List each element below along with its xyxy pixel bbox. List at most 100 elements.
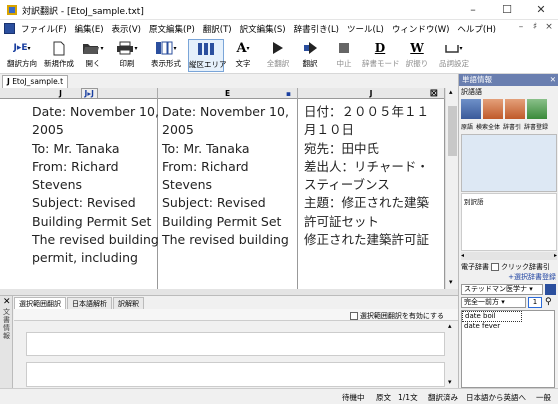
click-lookup-checkbox[interactable]: [491, 263, 499, 271]
menu-dictionary[interactable]: 辞書引き(L): [291, 23, 344, 35]
print-button[interactable]: ▾ 印刷: [112, 39, 142, 72]
tab-alt-interpretation[interactable]: 訳解釈: [113, 297, 144, 309]
japanese-line: 主題：修正された建築: [304, 195, 430, 211]
english-line: 2005: [162, 122, 194, 138]
scroll-down-icon[interactable]: ▾: [448, 378, 452, 386]
japanese-line: 宛先：田中氏: [304, 140, 380, 156]
close-icon[interactable]: ✕: [550, 74, 556, 86]
tab-selection-translation[interactable]: 選択範囲翻訳: [14, 297, 66, 309]
result-item[interactable]: date fever: [462, 322, 554, 331]
dictionary-mode-icon: D: [374, 41, 386, 55]
translate-button[interactable]: 翻訳: [296, 39, 324, 72]
scroll-up-icon[interactable]: ▴: [449, 88, 453, 96]
source-badge[interactable]: J▸J: [80, 88, 98, 99]
new-document-button[interactable]: 新規作成: [42, 39, 76, 72]
english-line: Stevens: [162, 177, 213, 193]
sub-label: 訳語語: [461, 88, 482, 96]
english-line: Building Permit Set: [162, 213, 282, 229]
dictionary-book-icon[interactable]: [545, 284, 556, 295]
close-pane-icon[interactable]: ⊠: [430, 88, 438, 99]
alt-translation-list[interactable]: 別訳語: [461, 193, 557, 251]
scroll-up-icon[interactable]: ▴: [448, 322, 452, 330]
search-all-icon[interactable]: [483, 99, 503, 119]
minimize-button[interactable]: –: [456, 0, 490, 20]
dictionary-select[interactable]: ステッドマン医学ナ ▾: [461, 284, 543, 295]
stop-button[interactable]: 中止: [330, 39, 358, 72]
scroll-thumb[interactable]: [448, 106, 457, 156]
dictionary-header: 電子辞書 クリック辞書引: [461, 263, 550, 271]
dictionary-mode-button[interactable]: D 辞書モード: [362, 39, 400, 72]
menu-edit[interactable]: 編集(E): [72, 23, 109, 35]
column-header-japanese[interactable]: J ⊠: [298, 88, 445, 99]
status-domain: 一般: [536, 393, 551, 402]
register-link[interactable]: +選択辞書登録: [508, 272, 556, 282]
selection-result-area[interactable]: [26, 362, 445, 387]
checkbox[interactable]: [349, 312, 358, 320]
menu-view[interactable]: 表示(V): [109, 23, 146, 35]
tab-japanese-analysis[interactable]: 日本語解析: [67, 297, 112, 309]
list-scrollbar[interactable]: ◂ ▸: [461, 252, 557, 260]
enable-selection-checkbox[interactable]: 選択範囲翻訳を有効にする: [349, 311, 444, 321]
source-word-icon[interactable]: [461, 99, 481, 119]
mdi-close-button[interactable]: ×: [542, 22, 556, 35]
word-info-area: [461, 134, 557, 192]
dictionary-lookup-icon[interactable]: [505, 99, 525, 119]
japanese-line: 月１０日: [304, 122, 355, 138]
menu-target-edit[interactable]: 訳文編集(S): [237, 23, 291, 35]
bottom-side-bar: ✕ 文書情報: [0, 296, 13, 389]
selection-source-area[interactable]: [26, 332, 445, 356]
document-tab[interactable]: J EtoJ_sample.t: [2, 75, 69, 88]
layout-icon: ▾: [148, 39, 184, 57]
column-header-source[interactable]: J J▸J: [0, 88, 158, 99]
font-button[interactable]: A ▾ 文字: [228, 39, 258, 72]
binoculars-icon[interactable]: ⚲: [545, 297, 552, 307]
english-line: From: Richard: [162, 158, 249, 174]
columns-button[interactable]: 縦区エリア: [188, 39, 227, 72]
source-line: The revised building: [32, 232, 159, 248]
grid-header: J J▸J E ▪ J ⊠: [0, 88, 458, 99]
english-column[interactable]: Date: November 10, 2005 To: Mr. Tanaka F…: [158, 99, 298, 289]
source-line: To: Mr. Tanaka: [32, 140, 120, 156]
mdi-restore-button[interactable]: ♯: [528, 22, 542, 35]
match-count-select[interactable]: 1: [528, 297, 542, 308]
grid-vertical-scrollbar[interactable]: ▴ ▾: [445, 88, 458, 289]
title-bar: 対訳翻訳 - [EtoJ_sample.txt] – ☐ ✕: [0, 0, 558, 20]
result-item[interactable]: date boil: [462, 311, 522, 322]
open-button[interactable]: ▾ 開く: [78, 39, 108, 72]
annotate-icon: W: [410, 41, 424, 55]
menu-bar: ファイル(F) 編集(E) 表示(V) 原文編集(P) 翻訳(T) 訳文編集(S…: [0, 20, 558, 37]
english-badge-icon[interactable]: ▪: [286, 88, 291, 99]
menu-translate[interactable]: 翻訳(T): [200, 23, 237, 35]
column-header-english[interactable]: E ▪: [158, 88, 298, 99]
direction-button[interactable]: J▸E ▾ 翻訳方向: [4, 39, 40, 72]
mdi-minimize-button[interactable]: –: [514, 22, 528, 35]
source-column[interactable]: Date: November 10, 2005 To: Mr. Tanaka F…: [0, 99, 159, 289]
columns-icon: [189, 40, 223, 58]
side-label: 文書情報: [3, 308, 10, 340]
close-button[interactable]: ✕: [524, 0, 558, 20]
pos-setting-button[interactable]: ▾ 品詞設定: [436, 39, 472, 72]
source-line: Date: November 10,: [32, 104, 159, 119]
annotate-button[interactable]: W 訳振り: [402, 39, 432, 72]
japanese-line: 許可証セット: [304, 213, 380, 229]
maximize-button[interactable]: ☐: [490, 0, 524, 20]
dictionary-register-icon[interactable]: [527, 99, 547, 119]
match-mode-select[interactable]: 完全一前方 ▾: [461, 297, 526, 308]
japanese-line: 差出人：リチャード・: [304, 158, 429, 174]
bottom-vertical-scrollbar[interactable]: ▴ ▾: [445, 322, 458, 389]
scroll-down-icon[interactable]: ▾: [449, 278, 453, 286]
menu-window[interactable]: ウィンドウ(W): [389, 23, 455, 35]
layout-button[interactable]: ▾ 表示形式: [148, 39, 184, 72]
english-line: Date: November 10,: [162, 104, 289, 119]
translate-all-button[interactable]: 全翻訳: [264, 39, 292, 72]
open-folder-icon: ▾: [78, 39, 108, 57]
menu-file[interactable]: ファイル(F): [18, 23, 72, 35]
source-line: Stevens: [32, 177, 83, 193]
japanese-column[interactable]: 日付：２００５年１１ 月１０日 宛先：田中氏 差出人：リチャード・ スティーブン…: [298, 99, 445, 289]
document-icon: [4, 23, 15, 34]
menu-help[interactable]: ヘルプ(H): [454, 23, 501, 35]
menu-source-edit[interactable]: 原文編集(P): [146, 23, 200, 35]
close-panel-icon[interactable]: ✕: [3, 297, 11, 307]
word-info-panel: 単語情報 ✕ 訳語語 原語 検索全体 辞書引 辞書登録 別訳語 ◂ ▸ 電子辞書 …: [458, 74, 558, 388]
menu-tools[interactable]: ツール(L): [344, 23, 389, 35]
